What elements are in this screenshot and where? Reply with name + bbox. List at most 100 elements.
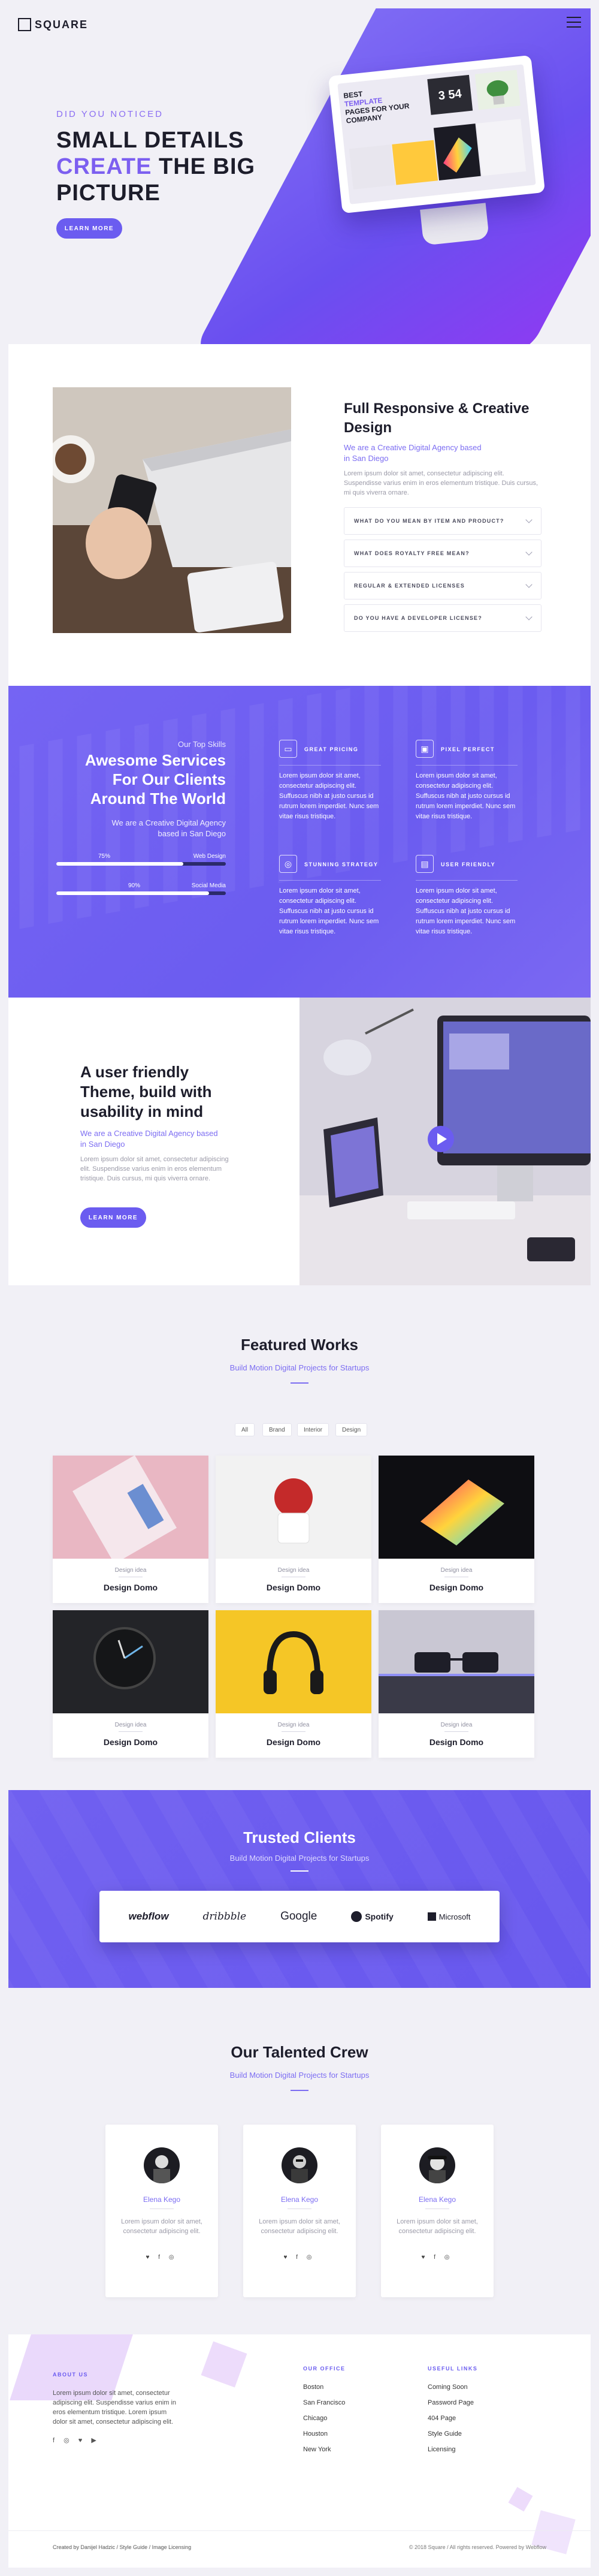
faq-item[interactable]: WHAT DO YOU MEAN BY ITEM AND PRODUCT? [344,507,541,535]
work-title: Design Domo [103,1583,158,1592]
work-image [379,1610,534,1713]
filter-design[interactable]: Design [335,1423,368,1436]
work-category: Design idea [277,1722,310,1728]
theme-text: Lorem ipsum dolor sit amet, consectetur … [80,1156,229,1182]
footer-office-link[interactable]: Boston [303,2384,323,2391]
faq-item[interactable]: REGULAR & EXTENDED LICENSES [344,572,541,599]
crew-text: Lorem ipsum dolor sit amet, consectetur … [259,2218,340,2235]
about-subtitle: We are a Creative Digital Agency based i… [344,443,482,463]
skill-label: Web Design [193,853,226,860]
footer-office-heading: OUR OFFICE [303,2366,346,2372]
footer-credits[interactable]: Created by Danijel Hadzic / Style Guide … [53,2544,191,2550]
crew-social-icons[interactable]: ♥ f ◎ [243,2254,356,2261]
hero-eyebrow: DID YOU NOTICED [56,109,164,119]
client-dribbble-logo[interactable]: dribbble [203,1911,247,1923]
work-category: Design idea [277,1567,310,1574]
crew-name: Elena Kego [143,2195,181,2204]
faq-question: WHAT DOES ROYALTY FREE MEAN? [354,550,470,556]
client-webflow-logo[interactable]: webflow [128,1911,168,1923]
hero-monitor-image: BEST TEMPLATE PAGES FOR YOUR COMPANY 3 5… [328,55,546,214]
work-title: Design Domo [429,1737,484,1747]
client-google-logo[interactable]: Google [280,1910,317,1923]
work-card[interactable]: Design idea Design Domo [216,1610,371,1758]
crew-card: Elena Kego Lorem ipsum dolor sit amet, c… [381,2125,494,2297]
work-card[interactable]: Design idea Design Domo [53,1610,208,1758]
footer-office-link[interactable]: Houston [303,2430,328,2438]
filter-all[interactable]: All [235,1423,255,1436]
filter-brand[interactable]: Brand [262,1423,292,1436]
footer-useful-link[interactable]: Style Guide [428,2430,462,2438]
services-section: Our Top Skills Awesome Services For Our … [8,686,591,998]
laptop-phone-photo [53,387,291,633]
footer-useful-link[interactable]: Licensing [428,2446,455,2453]
work-card[interactable]: Design idea Design Domo [379,1610,534,1758]
skill-bar [56,862,226,866]
monitor-tile-a [349,144,395,190]
hero-title-line3: PICTURE [56,180,161,206]
footer-office-link[interactable]: New York [303,2446,331,2453]
footer-office-link[interactable]: San Francisco [303,2399,345,2406]
featured-works-section: Featured Works Build Motion Digital Proj… [8,1285,591,1790]
hero-section: SQUARE DID YOU NOTICED SMALL DETAILS CRE… [8,8,591,344]
avatar [419,2147,455,2183]
work-card[interactable]: Design idea Design Domo [379,1456,534,1603]
footer-decor-shape [508,2487,533,2512]
faq-item[interactable]: WHAT DOES ROYALTY FREE MEAN? [344,540,541,567]
footer: ABOUT US Lorem ipsum dolor sit amet, con… [8,2334,591,2568]
footer-links-heading: USEFUL LINKS [428,2366,478,2372]
feature-text: Lorem ipsum dolor sit amet, consectetur … [416,772,516,820]
crew-social-icons[interactable]: ♥ f ◎ [105,2254,218,2261]
skill-bar [56,891,226,895]
desk-imac-photo [300,998,591,1285]
footer-office-link[interactable]: Chicago [303,2415,327,2422]
clients-subtitle: Build Motion Digital Projects for Startu… [229,1854,370,1863]
menu-icon[interactable] [567,17,581,28]
feature-title: STUNNING STRATEGY [304,861,379,867]
about-section: Full Responsive & Creative Design We are… [8,344,591,686]
footer-useful-link[interactable]: Coming Soon [428,2384,468,2391]
spotify-icon [351,1911,362,1922]
chevron-down-icon [525,516,533,523]
faq-question: DO YOU HAVE A DEVELOPER LICENSE? [354,615,482,621]
work-card[interactable]: Design idea Design Domo [53,1456,208,1603]
client-name: webflow [128,1911,169,1922]
client-name: Spotify [365,1912,394,1921]
faq-question: REGULAR & EXTENDED LICENSES [354,583,465,589]
work-card[interactable]: Design idea Design Domo [216,1456,371,1603]
footer-useful-link[interactable]: 404 Page [428,2415,456,2422]
clients-background [8,1790,591,1988]
filter-interior[interactable]: Interior [297,1423,329,1436]
work-category: Design idea [440,1567,473,1574]
client-spotify-logo[interactable]: Spotify [351,1911,394,1922]
chevron-down-icon [525,613,533,620]
feature-divider [279,765,381,766]
logo[interactable]: SQUARE [18,18,88,31]
feature-title: PIXEL PERFECT [441,746,495,752]
footer-copyright: © 2018 Square / All rights reserved. Pow… [409,2544,546,2550]
monitor-clock-tile: 3 54 [427,74,473,115]
work-image [216,1456,371,1559]
footer-decor-shape [201,2341,247,2388]
faq-item[interactable]: DO YOU HAVE A DEVELOPER LICENSE? [344,604,541,632]
crew-subtitle: Build Motion Digital Projects for Startu… [229,2071,370,2080]
hero-title: SMALL DETAILS CREATE THE BIG PICTURE [56,127,308,206]
footer-useful-link[interactable]: Password Page [428,2399,474,2406]
crew-divider [291,2090,308,2091]
logo-mark-icon [18,18,31,31]
crew-name: Elena Kego [280,2195,319,2204]
hero-learn-more-button[interactable]: LEARN MORE [56,218,122,239]
crew-name: Elena Kego [418,2195,456,2204]
skill-percent: 75% [98,853,111,860]
theme-learn-more-button[interactable]: LEARN MORE [80,1207,146,1228]
services-eyebrow: Our Top Skills [178,740,226,749]
work-divider [119,1731,143,1732]
feature-divider [416,765,518,766]
footer-social-icons[interactable]: f ◎ ♥ ▶ [53,2436,100,2444]
feature-title: USER FRIENDLY [441,861,496,867]
monitor-stand [420,203,489,246]
about-title: Full Responsive & Creative Design [344,400,530,436]
skill-label: Social Media [191,882,226,889]
work-title: Design Domo [429,1583,484,1592]
crew-social-icons[interactable]: ♥ f ◎ [381,2254,494,2261]
client-microsoft-logo[interactable]: Microsoft [427,1912,470,1921]
